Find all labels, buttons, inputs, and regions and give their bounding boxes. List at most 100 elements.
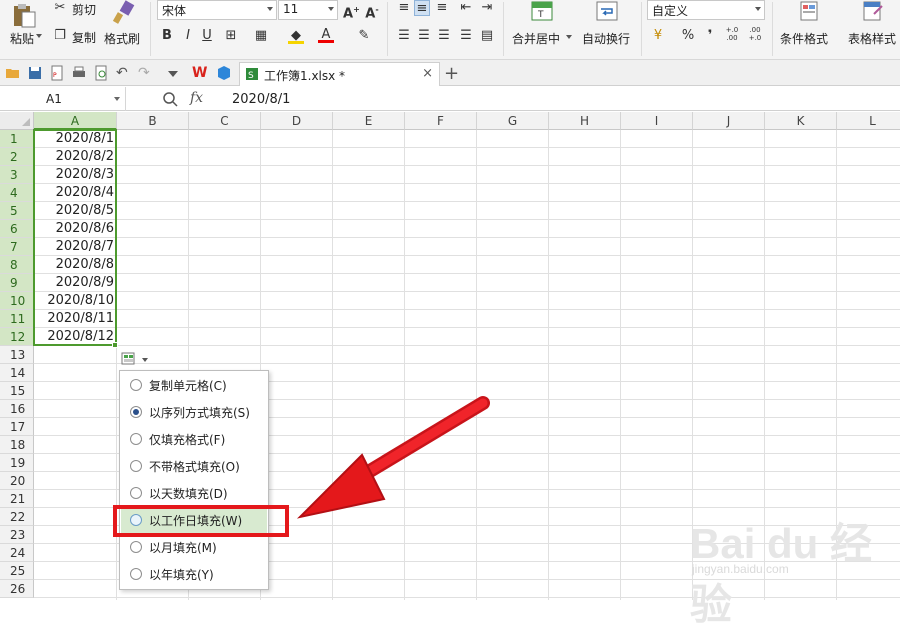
clear-format-icon[interactable]: ✎ bbox=[356, 28, 372, 44]
distribute-icon[interactable]: ▤ bbox=[479, 28, 495, 44]
radio-icon[interactable] bbox=[130, 433, 142, 445]
autofill-options-button[interactable] bbox=[120, 350, 152, 368]
row-header-7[interactable]: 7 bbox=[0, 238, 34, 256]
new-tab-button[interactable]: + bbox=[444, 63, 459, 84]
radio-icon[interactable] bbox=[130, 460, 142, 472]
row-header-10[interactable]: 10 bbox=[0, 292, 34, 310]
row-header-24[interactable]: 24 bbox=[0, 544, 34, 562]
column-header-b[interactable]: B bbox=[117, 112, 189, 130]
align-top-icon[interactable]: ≡ bbox=[396, 0, 412, 16]
column-header-g[interactable]: G bbox=[477, 112, 549, 130]
align-right-icon[interactable]: ☰ bbox=[436, 28, 452, 44]
autofill-option[interactable]: 以天数填充(D) bbox=[121, 480, 267, 506]
formula-input[interactable]: 2020/8/1 bbox=[232, 92, 290, 107]
align-bottom-icon[interactable]: ≡ bbox=[434, 0, 450, 16]
row-header-23[interactable]: 23 bbox=[0, 526, 34, 544]
row-header-14[interactable]: 14 bbox=[0, 364, 34, 382]
row-header-13[interactable]: 13 bbox=[0, 346, 34, 364]
format-painter-button[interactable]: 格式刷 bbox=[102, 0, 144, 52]
copy-button[interactable]: ❐ 复制 bbox=[52, 28, 102, 46]
column-header-d[interactable]: D bbox=[261, 112, 333, 130]
cloud-cube-icon[interactable] bbox=[216, 65, 232, 81]
fill-handle[interactable] bbox=[112, 342, 118, 348]
number-format-select[interactable]: 自定义 bbox=[647, 0, 765, 20]
conditional-format-button[interactable]: 条件格式 bbox=[778, 0, 842, 52]
row-header-12[interactable]: 12 bbox=[0, 328, 34, 346]
print-preview-icon[interactable] bbox=[93, 65, 109, 81]
autofill-option[interactable]: 复制单元格(C) bbox=[121, 372, 267, 398]
increase-decimal-button[interactable]: +.0 .00 bbox=[723, 26, 741, 42]
column-header-c[interactable]: C bbox=[189, 112, 261, 130]
row-header-26[interactable]: 26 bbox=[0, 580, 34, 598]
row-header-18[interactable]: 18 bbox=[0, 436, 34, 454]
justify-icon[interactable]: ☰ bbox=[458, 28, 474, 44]
redo-icon[interactable]: ↷ bbox=[138, 65, 154, 81]
autofill-option[interactable]: 以年填充(Y) bbox=[121, 561, 267, 587]
open-folder-icon[interactable] bbox=[5, 65, 21, 81]
row-header-9[interactable]: 9 bbox=[0, 274, 34, 292]
column-header-k[interactable]: K bbox=[765, 112, 837, 130]
decrease-font-icon[interactable]: A- bbox=[364, 2, 380, 21]
radio-icon[interactable] bbox=[130, 379, 142, 391]
align-left-icon[interactable]: ☰ bbox=[396, 28, 412, 44]
autofill-option[interactable]: 仅填充格式(F) bbox=[121, 426, 267, 452]
radio-icon[interactable] bbox=[130, 541, 142, 553]
bold-button[interactable]: B bbox=[159, 28, 175, 44]
row-header-16[interactable]: 16 bbox=[0, 400, 34, 418]
align-center-icon[interactable]: ☰ bbox=[416, 28, 432, 44]
table-style-button[interactable]: 表格样式 bbox=[846, 0, 900, 52]
border-icon[interactable]: ⊞ bbox=[223, 28, 239, 44]
currency-icon[interactable]: ¥ bbox=[650, 28, 666, 44]
row-header-19[interactable]: 19 bbox=[0, 454, 34, 472]
row-header-4[interactable]: 4 bbox=[0, 184, 34, 202]
percent-button[interactable]: % bbox=[680, 28, 696, 44]
radio-icon[interactable] bbox=[130, 487, 142, 499]
row-header-22[interactable]: 22 bbox=[0, 508, 34, 526]
row-header-20[interactable]: 20 bbox=[0, 472, 34, 490]
row-header-3[interactable]: 3 bbox=[0, 166, 34, 184]
increase-font-icon[interactable]: A+ bbox=[343, 2, 360, 21]
column-header-j[interactable]: J bbox=[693, 112, 765, 130]
close-icon[interactable]: × bbox=[422, 66, 433, 81]
row-header-2[interactable]: 2 bbox=[0, 148, 34, 166]
row-header-21[interactable]: 21 bbox=[0, 490, 34, 508]
radio-icon[interactable] bbox=[130, 406, 142, 418]
italic-button[interactable]: I bbox=[180, 28, 196, 44]
row-header-25[interactable]: 25 bbox=[0, 562, 34, 580]
print-icon[interactable] bbox=[71, 65, 87, 81]
align-middle-icon[interactable]: ≡ bbox=[414, 0, 430, 16]
row-header-1[interactable]: 1 bbox=[0, 130, 34, 148]
row-header-6[interactable]: 6 bbox=[0, 220, 34, 238]
underline-button[interactable]: U bbox=[199, 28, 215, 44]
undo-icon[interactable]: ↶ bbox=[116, 65, 132, 81]
merge-center-button[interactable]: T 合并居中 bbox=[510, 0, 574, 52]
export-pdf-icon[interactable]: P bbox=[49, 65, 65, 81]
wps-logo-icon[interactable]: W bbox=[192, 65, 208, 81]
column-header-l[interactable]: L bbox=[837, 112, 900, 130]
function-icon[interactable]: fx bbox=[190, 90, 203, 106]
autofill-option[interactable]: 以序列方式填充(S) bbox=[121, 399, 267, 425]
indent-increase-icon[interactable]: ⇥ bbox=[479, 0, 495, 16]
row-header-11[interactable]: 11 bbox=[0, 310, 34, 328]
wrap-text-button[interactable]: 自动换行 bbox=[580, 0, 634, 52]
row-header-15[interactable]: 15 bbox=[0, 382, 34, 400]
font-color-button[interactable]: A bbox=[318, 27, 334, 43]
fill-color-icon[interactable]: ◆ bbox=[288, 28, 304, 44]
select-all-corner[interactable] bbox=[0, 112, 34, 130]
thousands-button[interactable]: ❜ bbox=[702, 28, 718, 44]
font-name-select[interactable]: 宋体 bbox=[157, 0, 277, 20]
radio-icon[interactable] bbox=[130, 568, 142, 580]
decrease-decimal-button[interactable]: .00 +.0 bbox=[746, 26, 764, 42]
row-header-17[interactable]: 17 bbox=[0, 418, 34, 436]
column-header-a[interactable]: A bbox=[34, 112, 117, 130]
save-icon[interactable] bbox=[27, 65, 43, 81]
paste-dropdown-icon[interactable] bbox=[36, 34, 42, 38]
autofill-option[interactable]: 以月填充(M) bbox=[121, 534, 267, 560]
autofill-option[interactable]: 不带格式填充(O) bbox=[121, 453, 267, 479]
column-header-h[interactable]: H bbox=[549, 112, 621, 130]
row-header-8[interactable]: 8 bbox=[0, 256, 34, 274]
cut-button[interactable]: ✂ 剪切 bbox=[52, 0, 102, 18]
tab-workbook[interactable]: S 工作簿1.xlsx * × bbox=[239, 62, 440, 86]
paste-button[interactable]: 粘贴 bbox=[4, 2, 44, 54]
row-header-5[interactable]: 5 bbox=[0, 202, 34, 220]
